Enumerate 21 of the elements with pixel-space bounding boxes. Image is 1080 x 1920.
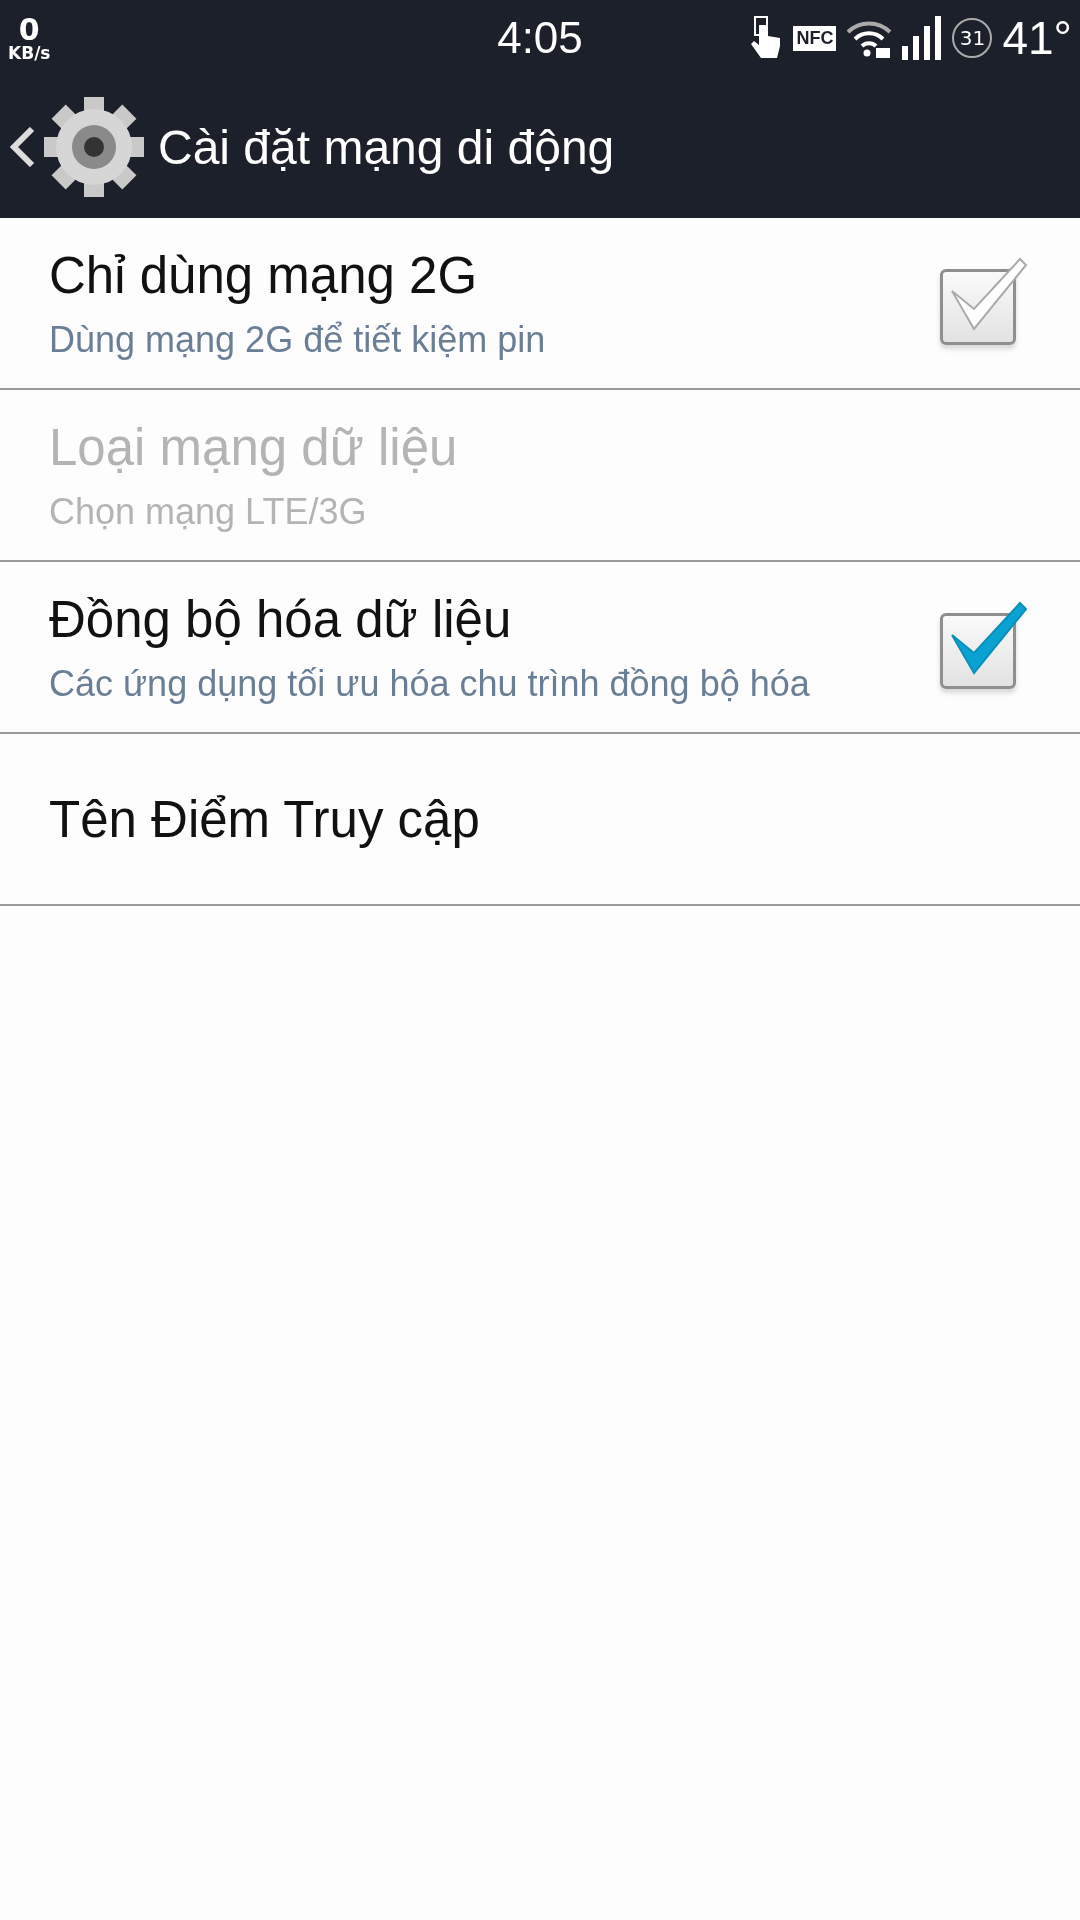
- clock: 4:05: [496, 13, 584, 63]
- nfc-icon: NFC: [793, 25, 837, 51]
- item-subtitle: Các ứng dụng tối ưu hóa chu trình đồng bộ hóa: [49, 662, 811, 705]
- screen-title: Cài đặt mạng di động: [158, 119, 615, 175]
- item-title: Chỉ dùng mạng 2G: [49, 245, 479, 305]
- back-icon[interactable]: [10, 127, 36, 167]
- item-subtitle: Chọn mạng LTE/3G: [49, 490, 368, 533]
- wifi-lock-icon: [846, 18, 893, 58]
- gear-icon: [42, 95, 146, 199]
- item-subtitle: Dùng mạng 2G để tiết kiệm pin: [49, 318, 547, 361]
- speed-unit: KB/s: [8, 44, 51, 62]
- battery-indicator: 31: [952, 18, 993, 58]
- signal-icon: [902, 16, 943, 60]
- item-title: Loại mạng dữ liệu: [49, 417, 459, 477]
- speed-value: 0: [18, 14, 40, 45]
- temperature: 41°: [1002, 11, 1072, 65]
- item-title: Tên Điểm Truy cập: [49, 789, 481, 849]
- item-title: Đồng bộ hóa dữ liệu: [49, 589, 513, 649]
- settings-item[interactable]: Tên Điểm Truy cập: [0, 734, 1080, 906]
- settings-item[interactable]: Chỉ dùng mạng 2G Dùng mạng 2G để tiết kiệm pin: [0, 218, 1080, 390]
- settings-item[interactable]: Đồng bộ hóa dữ liệu Các ứng dụng tối ưu hóa chu trình đồng bộ hóa: [0, 562, 1080, 734]
